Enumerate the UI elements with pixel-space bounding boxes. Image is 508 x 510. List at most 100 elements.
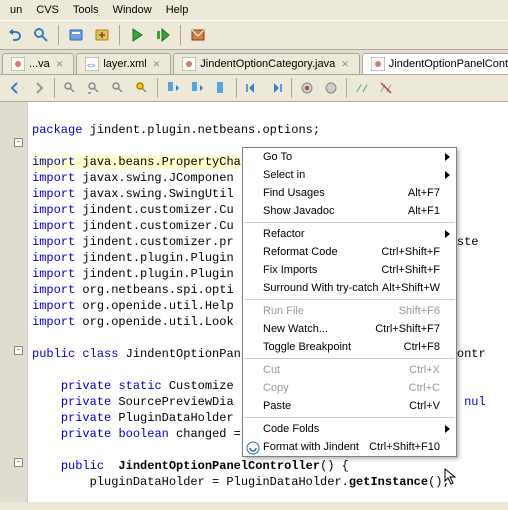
menu-item-refactor[interactable]: Refactor (243, 225, 456, 243)
separator (54, 78, 55, 98)
menu-item-shortcut: Alt+F1 (408, 205, 440, 217)
menu-item-show-javadoc[interactable]: Show Javadoc Alt+F1 (243, 202, 456, 220)
close-icon[interactable]: ✕ (151, 59, 163, 70)
menu-item-label: Format with Jindent (263, 441, 359, 453)
menu-item-label: Toggle Breakpoint (263, 341, 351, 353)
menu-item-label: Refactor (263, 228, 305, 240)
profile-icon[interactable] (187, 24, 209, 46)
tab-label: ...va (29, 58, 50, 70)
tab-jindent-category[interactable]: JindentOptionCategory.java ✕ (173, 53, 359, 74)
find-next-icon[interactable] (107, 77, 129, 99)
menu-item-shortcut: Ctrl+X (409, 364, 440, 376)
separator (291, 78, 292, 98)
jindent-icon (245, 440, 261, 456)
menu-item-label: Go To (263, 151, 292, 163)
menu-item-cut: Cut Ctrl+X (243, 361, 456, 379)
fold-toggle[interactable]: - (14, 346, 23, 355)
find-prev-icon[interactable] (83, 77, 105, 99)
next-bookmark-icon[interactable] (186, 77, 208, 99)
tab-jindent-controller[interactable]: JindentOptionPanelController.java ✕ (362, 53, 508, 74)
toggle-bookmark-icon[interactable] (210, 77, 232, 99)
undo-icon[interactable] (4, 24, 26, 46)
menu-item-shortcut: Ctrl+C (409, 382, 440, 394)
nav-back-icon[interactable] (4, 77, 26, 99)
svg-text://: // (380, 84, 392, 96)
toggle-highlight-icon[interactable] (131, 77, 153, 99)
menu-item-surround-with-try-catch[interactable]: Surround With try-catchAlt+Shift+W (243, 279, 456, 297)
menu-item-label: Copy (263, 382, 289, 394)
menu-item-label: New Watch... (263, 323, 328, 335)
tab-label: layer.xml (103, 58, 146, 70)
menu-item-shortcut: Ctrl+Shift+F10 (369, 441, 440, 453)
menu-cvs[interactable]: CVS (30, 2, 65, 18)
search-icon[interactable] (30, 24, 52, 46)
menu-item-label: Surround With try-catch (263, 282, 379, 294)
menu-run[interactable]: un (4, 2, 28, 18)
menu-help[interactable]: Help (160, 2, 195, 18)
menu-tools[interactable]: Tools (67, 2, 105, 18)
fold-toggle[interactable]: - (14, 138, 23, 147)
menu-item-reformat-code[interactable]: Reformat Code Ctrl+Shift+F (243, 243, 456, 261)
close-icon[interactable]: ✕ (54, 59, 66, 70)
menu-item-shortcut: Ctrl+V (409, 400, 440, 412)
shift-right-icon[interactable] (265, 77, 287, 99)
build-icon[interactable] (65, 24, 87, 46)
menu-item-shortcut: Ctrl+Shift+F7 (375, 323, 440, 335)
comment-icon[interactable]: // (351, 77, 373, 99)
menu-item-fix-imports[interactable]: Fix ImportsCtrl+Shift+F (243, 261, 456, 279)
menu-item-toggle-breakpoint[interactable]: Toggle Breakpoint Ctrl+F8 (243, 338, 456, 356)
java-file-icon (11, 57, 25, 71)
clean-build-icon[interactable] (91, 24, 113, 46)
shift-left-icon[interactable] (241, 77, 263, 99)
menu-item-find-usages[interactable]: Find UsagesAlt+F7 (243, 184, 456, 202)
separator (119, 25, 120, 45)
context-menu: Go ToSelect inFind UsagesAlt+F7Show Java… (242, 147, 457, 457)
menu-item-new-watch-[interactable]: New Watch... Ctrl+Shift+F7 (243, 320, 456, 338)
tab-layer-xml[interactable]: <> layer.xml ✕ (76, 53, 171, 74)
separator (180, 25, 181, 45)
java-file-icon (371, 57, 385, 71)
menu-item-label: Reformat Code (263, 246, 338, 258)
menu-item-paste[interactable]: Paste Ctrl+V (243, 397, 456, 415)
menu-item-label: Cut (263, 364, 280, 376)
menu-item-format-with-jindent[interactable]: Format with Jindent Ctrl+Shift+F10 (243, 438, 456, 456)
debug-icon[interactable] (152, 24, 174, 46)
menu-item-run-file: Run FileShift+F6 (243, 302, 456, 320)
tab-label: JindentOptionPanelController.java (389, 58, 508, 70)
tab-label: JindentOptionCategory.java (200, 58, 335, 70)
nav-forward-icon[interactable] (28, 77, 50, 99)
menu-item-label: Fix Imports (263, 264, 317, 276)
separator (346, 78, 347, 98)
find-selection-icon[interactable] (59, 77, 81, 99)
editor-toolbar: // // (0, 75, 508, 102)
uncomment-icon[interactable]: // (375, 77, 397, 99)
tab-va[interactable]: ...va ✕ (2, 53, 74, 74)
gutter: - - - (0, 102, 28, 502)
menu-item-shortcut: Ctrl+Shift+F (381, 246, 440, 258)
svg-text://: // (356, 84, 368, 96)
menu-item-label: Show Javadoc (263, 205, 335, 217)
run-icon[interactable] (126, 24, 148, 46)
menu-item-select-in[interactable]: Select in (243, 166, 456, 184)
menu-item-shortcut: Ctrl+F8 (404, 341, 440, 353)
close-icon[interactable]: ✕ (339, 59, 351, 70)
main-toolbar (0, 20, 508, 50)
fold-toggle[interactable]: - (14, 458, 23, 467)
editor-tabs: ...va ✕ <> layer.xml ✕ JindentOptionCate… (0, 50, 508, 75)
menu-window[interactable]: Window (107, 2, 158, 18)
separator (157, 78, 158, 98)
java-file-icon (182, 57, 196, 71)
xml-file-icon: <> (85, 57, 99, 71)
macro-start-icon[interactable] (296, 77, 318, 99)
macro-stop-icon[interactable] (320, 77, 342, 99)
prev-bookmark-icon[interactable] (162, 77, 184, 99)
menubar: un CVS Tools Window Help (0, 0, 508, 20)
menu-item-copy: Copy Ctrl+C (243, 379, 456, 397)
menu-item-label: Code Folds (263, 423, 319, 435)
separator (236, 78, 237, 98)
menu-item-label: Find Usages (263, 187, 325, 199)
menu-item-code-folds[interactable]: Code Folds (243, 420, 456, 438)
menu-item-label: Paste (263, 400, 291, 412)
menu-item-label: Run File (263, 305, 304, 317)
menu-item-go-to[interactable]: Go To (243, 148, 456, 166)
